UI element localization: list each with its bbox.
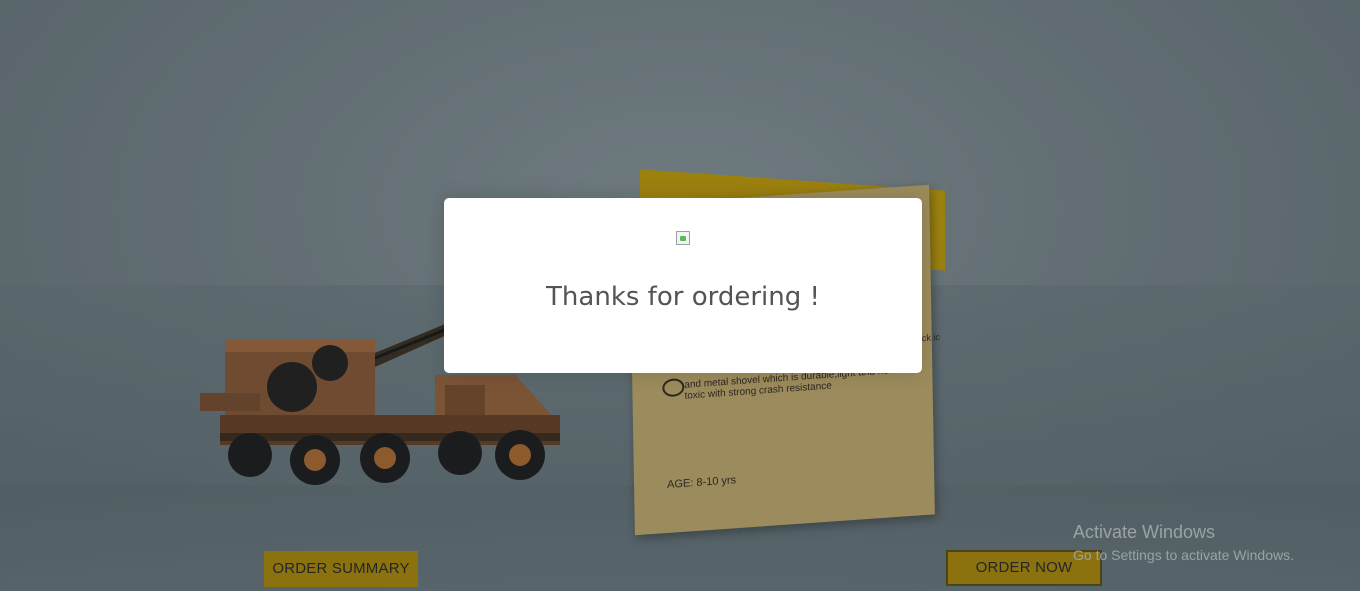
broken-image-icon (676, 231, 690, 245)
modal-message: Thanks for ordering ! (546, 282, 820, 312)
order-confirmation-modal: Thanks for ordering ! (444, 198, 922, 373)
